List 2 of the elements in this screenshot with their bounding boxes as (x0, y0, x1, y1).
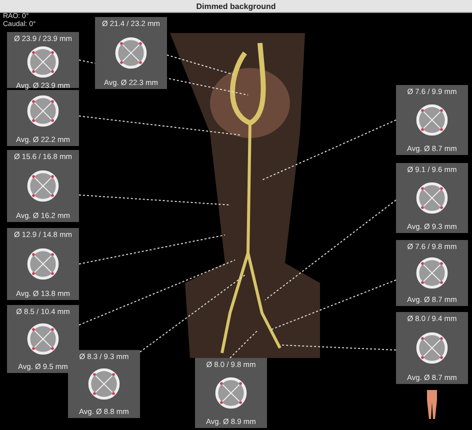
window-title: Dimmed background (196, 2, 276, 10)
body-figure-icon (424, 390, 440, 420)
